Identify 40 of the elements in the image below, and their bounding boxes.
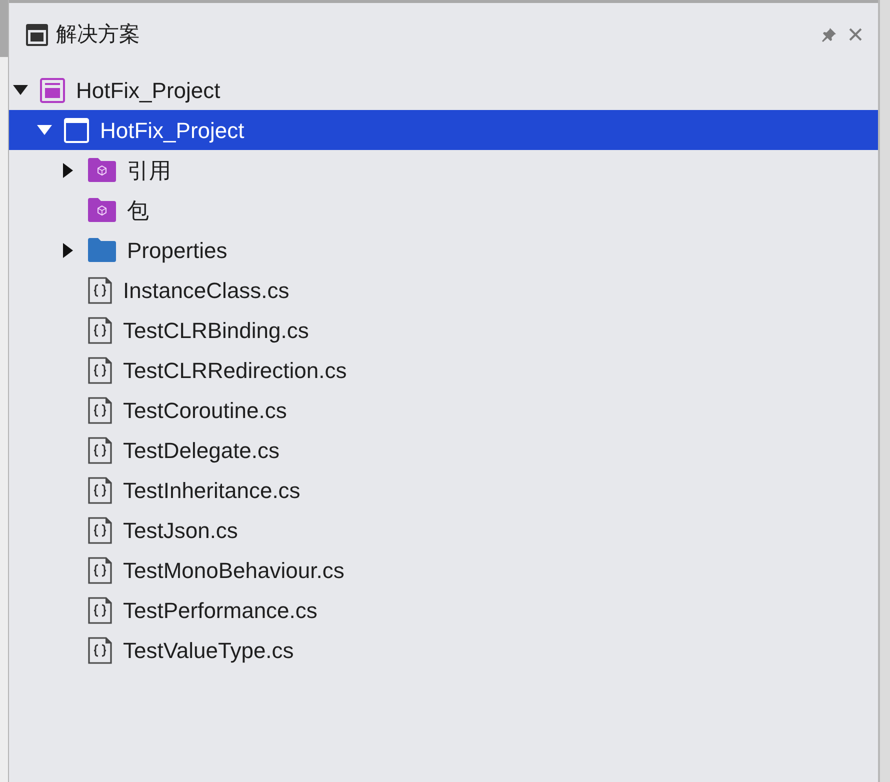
pin-icon: [822, 28, 836, 42]
solution-icon: [40, 78, 65, 102]
tree-item[interactable]: Properties: [9, 230, 878, 270]
project-icon: [64, 118, 89, 142]
package-folder-icon: [88, 198, 116, 222]
package-folder-icon: [88, 158, 116, 182]
code-file-icon: [88, 316, 112, 344]
code-file-icon: [88, 436, 112, 464]
tree-item[interactable]: TestValueType.cs: [9, 630, 878, 670]
tree-item[interactable]: InstanceClass.cs: [9, 270, 878, 310]
tree-item[interactable]: TestCLRBinding.cs: [9, 310, 878, 350]
tree-item[interactable]: 引用: [9, 150, 878, 190]
code-file-icon: [88, 396, 112, 424]
collapse-arrow-icon[interactable]: [12, 85, 28, 95]
code-file-icon: [88, 476, 112, 504]
code-file-icon: [88, 276, 112, 304]
tree-item[interactable]: TestInheritance.cs: [9, 470, 878, 510]
tree-item[interactable]: HotFix_Project: [9, 110, 878, 150]
code-file-icon: [88, 516, 112, 544]
tree-item[interactable]: TestDelegate.cs: [9, 430, 878, 470]
panel-title: 解决方案: [56, 22, 140, 48]
tree-item[interactable]: 包: [9, 190, 878, 230]
expand-arrow-icon[interactable]: [63, 242, 73, 258]
panel-window-icon: [26, 24, 48, 46]
tree-item[interactable]: TestPerformance.cs: [9, 590, 878, 630]
tree-item[interactable]: TestCLRRedirection.cs: [9, 350, 878, 390]
code-file-icon: [88, 636, 112, 664]
expand-arrow-icon[interactable]: [63, 162, 73, 178]
code-file-icon: [88, 596, 112, 624]
folder-icon: [88, 238, 116, 262]
tree-item[interactable]: TestCoroutine.cs: [9, 390, 878, 430]
code-file-icon: [88, 356, 112, 384]
tree-item[interactable]: TestMonoBehaviour.cs: [9, 550, 878, 590]
tree-item[interactable]: HotFix_Project: [9, 70, 878, 110]
code-file-icon: [88, 556, 112, 584]
pin-button[interactable]: [821, 26, 837, 42]
close-button[interactable]: [847, 26, 863, 42]
tree-item[interactable]: TestJson.cs: [9, 510, 878, 550]
close-icon: [848, 28, 862, 41]
collapse-arrow-icon[interactable]: [36, 125, 52, 135]
